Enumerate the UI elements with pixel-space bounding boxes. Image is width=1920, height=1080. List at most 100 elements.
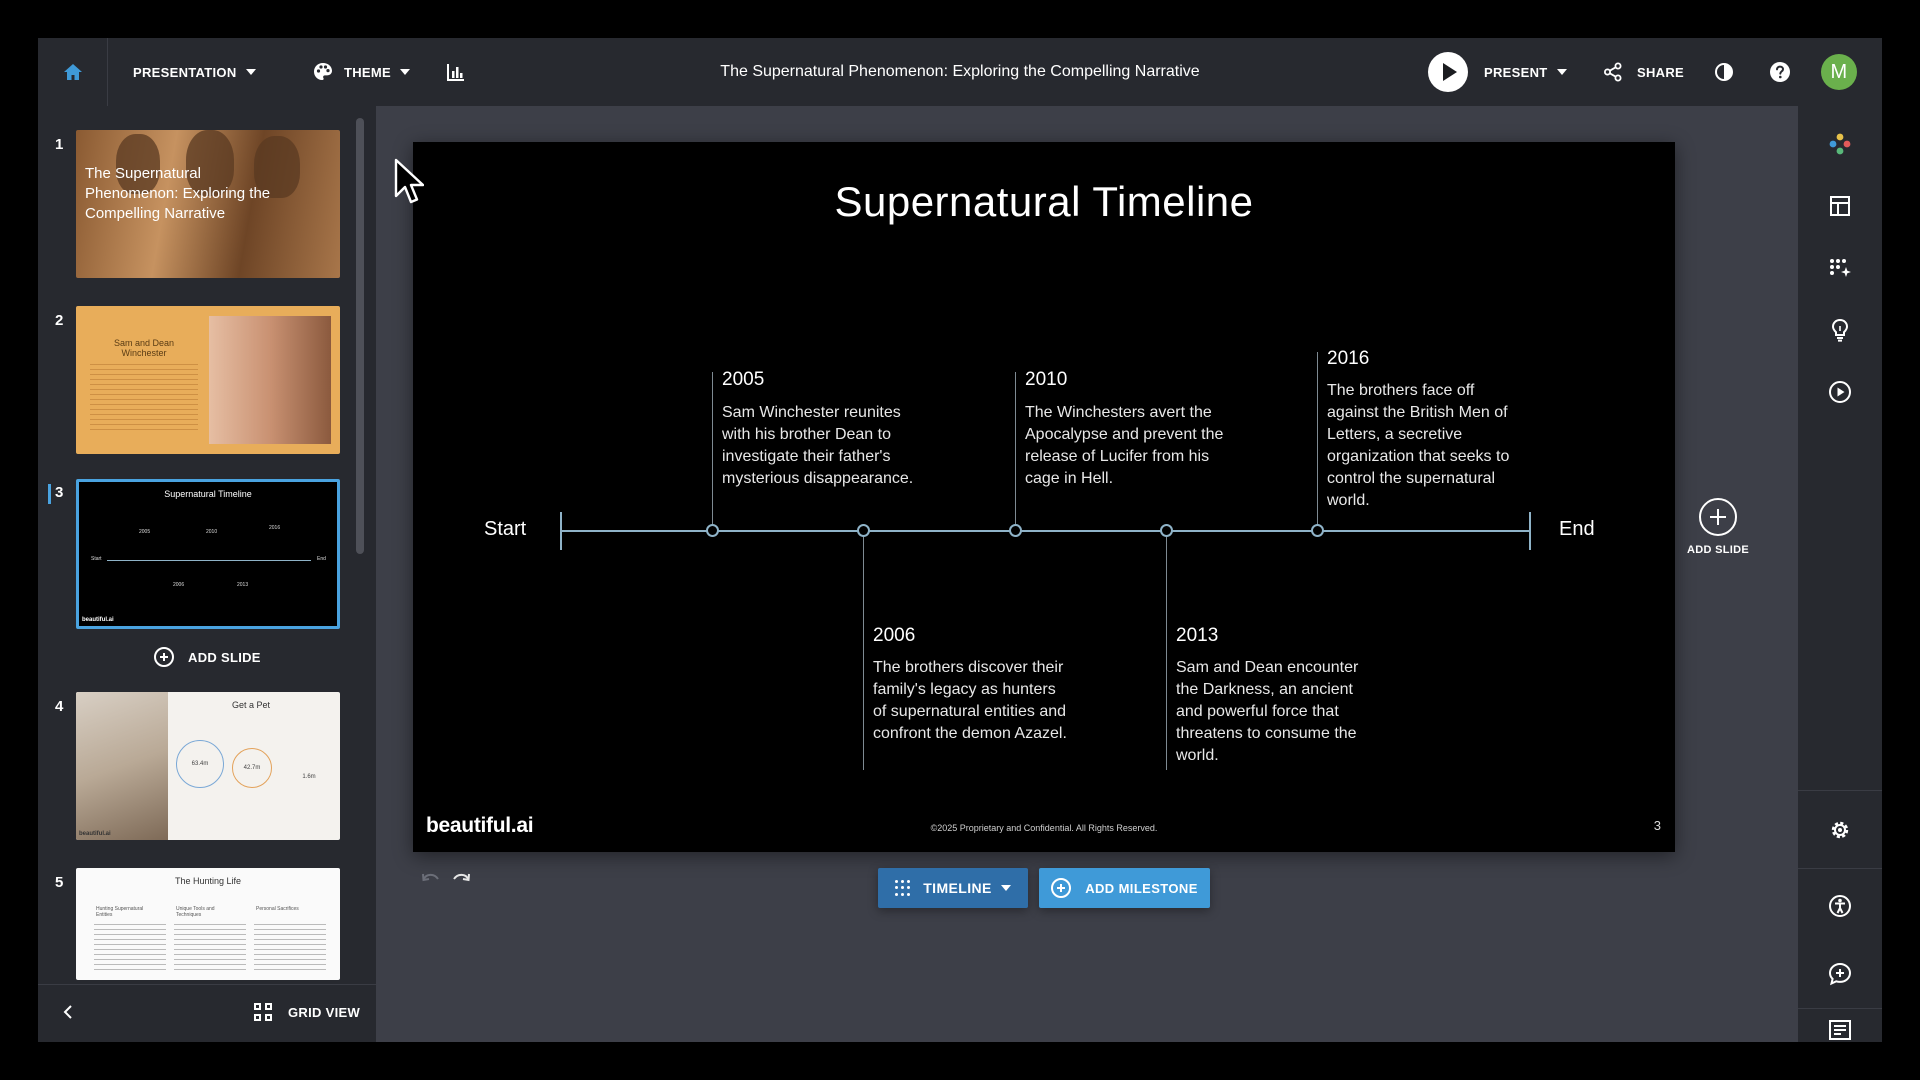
- slide-canvas[interactable]: Supernatural Timeline Start End 2005 Sam…: [413, 142, 1675, 852]
- mouse-cursor-icon: [394, 158, 424, 204]
- thumbnail-photo: [209, 316, 331, 444]
- panel-divider: [1798, 790, 1882, 791]
- thumbnail-stat-circle: 42.7m: [232, 748, 272, 788]
- milestone-description[interactable]: The brothers face off against the Britis…: [1327, 380, 1527, 512]
- presentation-label: PRESENTATION: [133, 64, 237, 80]
- bar-chart-icon: [447, 64, 464, 81]
- theme-label: THEME: [344, 64, 391, 80]
- present-button[interactable]: PRESENT: [1428, 38, 1567, 106]
- slide-number: 5: [55, 874, 64, 891]
- milestone-year[interactable]: 2005: [722, 369, 764, 391]
- palette-icon: [314, 63, 332, 80]
- timeline-start-label[interactable]: Start: [484, 518, 526, 541]
- timeline-grid-icon: [895, 880, 911, 896]
- redo-button[interactable]: [452, 870, 470, 891]
- milestone-description[interactable]: The Winchesters avert the Apocalypse and…: [1025, 402, 1225, 490]
- design-tools-button[interactable]: [1820, 124, 1860, 164]
- share-icon: [1604, 62, 1622, 82]
- milestone-description[interactable]: The brothers discover their family's leg…: [873, 657, 1073, 745]
- slide-thumbnail-1[interactable]: The Supernatural Phenomenon: Exploring t…: [76, 130, 340, 278]
- contrast-icon: [1715, 63, 1733, 81]
- milestone-description[interactable]: Sam and Dean encounter the Darkness, an …: [1176, 657, 1376, 767]
- slide-number: 3: [55, 484, 64, 501]
- thumbnail-title: Sam and Dean Winchester: [113, 338, 175, 358]
- play-circle-icon: [1829, 381, 1851, 403]
- add-comment-icon: [1828, 962, 1852, 986]
- grid-icon: [254, 1003, 272, 1021]
- speaker-notes-button[interactable]: [1820, 1020, 1860, 1040]
- milestone-stem: [1166, 537, 1167, 770]
- slide-title[interactable]: Supernatural Timeline: [413, 178, 1675, 226]
- slide-thumbnail-3-selected[interactable]: Supernatural Timeline Start End 2005 201…: [76, 479, 340, 629]
- panel-divider: [1798, 1008, 1882, 1009]
- notes-icon: [1829, 1020, 1851, 1040]
- smart-slide-button[interactable]: [1820, 248, 1860, 288]
- theme-toggle-button[interactable]: [1714, 38, 1734, 106]
- accessibility-button[interactable]: [1820, 886, 1860, 926]
- slide-number: 1: [55, 136, 64, 153]
- grid-view-button[interactable]: GRID VIEW: [254, 1003, 360, 1021]
- layout-button[interactable]: [1820, 186, 1860, 226]
- theme-menu-button[interactable]: THEME: [313, 38, 410, 106]
- timeline-end-label[interactable]: End: [1559, 518, 1595, 541]
- analytics-button[interactable]: [446, 38, 466, 106]
- slide-thumbnail-5[interactable]: The Hunting Life Hunting Supernatural En…: [76, 868, 340, 980]
- thumbnail-year: 2016: [269, 525, 281, 531]
- animation-button[interactable]: [1820, 372, 1860, 412]
- milestone-dot[interactable]: [1160, 524, 1173, 537]
- add-slide-label: ADD SLIDE: [188, 649, 261, 665]
- collapse-panel-button[interactable]: [56, 1001, 80, 1025]
- add-circle-icon: [154, 647, 174, 667]
- slide-thumbnail-4[interactable]: Get a Pet 63.4m 42.7m 1.6m beautiful.ai: [76, 692, 340, 840]
- undo-icon: [422, 873, 439, 882]
- milestone-year[interactable]: 2016: [1327, 348, 1369, 370]
- thumbnail-stat-label: 1.6m: [302, 774, 316, 780]
- milestone-stem: [712, 372, 713, 525]
- settings-button[interactable]: [1820, 810, 1860, 850]
- share-label: SHARE: [1637, 64, 1685, 80]
- ideas-button[interactable]: [1820, 310, 1860, 350]
- help-button[interactable]: [1769, 38, 1791, 106]
- timeline-label: TIMELINE: [923, 880, 992, 896]
- share-button[interactable]: SHARE: [1603, 38, 1684, 106]
- colorful-dots-icon: [1829, 133, 1851, 155]
- thumbnail-text-lines: [94, 924, 166, 974]
- undo-button[interactable]: [422, 870, 440, 891]
- milestone-stem: [1317, 352, 1318, 525]
- home-icon: [63, 64, 82, 80]
- panel-divider: [1798, 868, 1882, 869]
- milestone-dot[interactable]: [1311, 524, 1324, 537]
- thumbnail-start-label: Start: [91, 556, 102, 562]
- add-slide-label: ADD SLIDE: [1687, 544, 1749, 556]
- thumbnail-title: Supernatural Timeline: [164, 489, 252, 499]
- thumbnail-photo: [76, 692, 168, 840]
- milestone-year[interactable]: 2006: [873, 625, 915, 647]
- presentation-menu-button[interactable]: PRESENTATION: [133, 38, 256, 106]
- milestone-description[interactable]: Sam Winchester reunites with his brother…: [722, 402, 922, 490]
- slide-footer-copyright: ©2025 Proprietary and Confidential. All …: [930, 823, 1158, 833]
- thumbnail-bullet: Unique Tools and Techniques: [176, 906, 215, 918]
- user-avatar-button[interactable]: M: [1821, 38, 1857, 106]
- add-slide-after-button[interactable]: ADD SLIDE: [1670, 498, 1766, 556]
- add-milestone-button[interactable]: ADD MILESTONE: [1039, 868, 1210, 908]
- milestone-year[interactable]: 2013: [1176, 625, 1218, 647]
- slide-list-scrollbar[interactable]: [356, 118, 364, 554]
- milestone-year[interactable]: 2010: [1025, 369, 1067, 391]
- play-icon: [1428, 52, 1468, 92]
- slide-thumbnail-2[interactable]: Sam and Dean Winchester: [76, 306, 340, 454]
- add-slide-button[interactable]: ADD SLIDE: [154, 647, 261, 667]
- thumbnail-bullet: Personal Sacrifices: [256, 906, 299, 912]
- thumbnail-year: 2006: [173, 582, 185, 588]
- milestone-stem: [1015, 372, 1016, 525]
- add-circle-icon: [1699, 498, 1737, 536]
- app-window: PRESENTATION THEME The Supernatural Phen…: [38, 38, 1882, 1042]
- timeline-type-button[interactable]: TIMELINE: [878, 868, 1028, 908]
- home-button[interactable]: [38, 38, 108, 106]
- milestone-dot[interactable]: [1009, 524, 1022, 537]
- slide-number: 2: [55, 312, 64, 329]
- right-tools-panel: [1798, 106, 1882, 1042]
- milestone-dot[interactable]: [857, 524, 870, 537]
- slide-number: 4: [55, 698, 64, 715]
- milestone-dot[interactable]: [706, 524, 719, 537]
- comments-button[interactable]: [1820, 954, 1860, 994]
